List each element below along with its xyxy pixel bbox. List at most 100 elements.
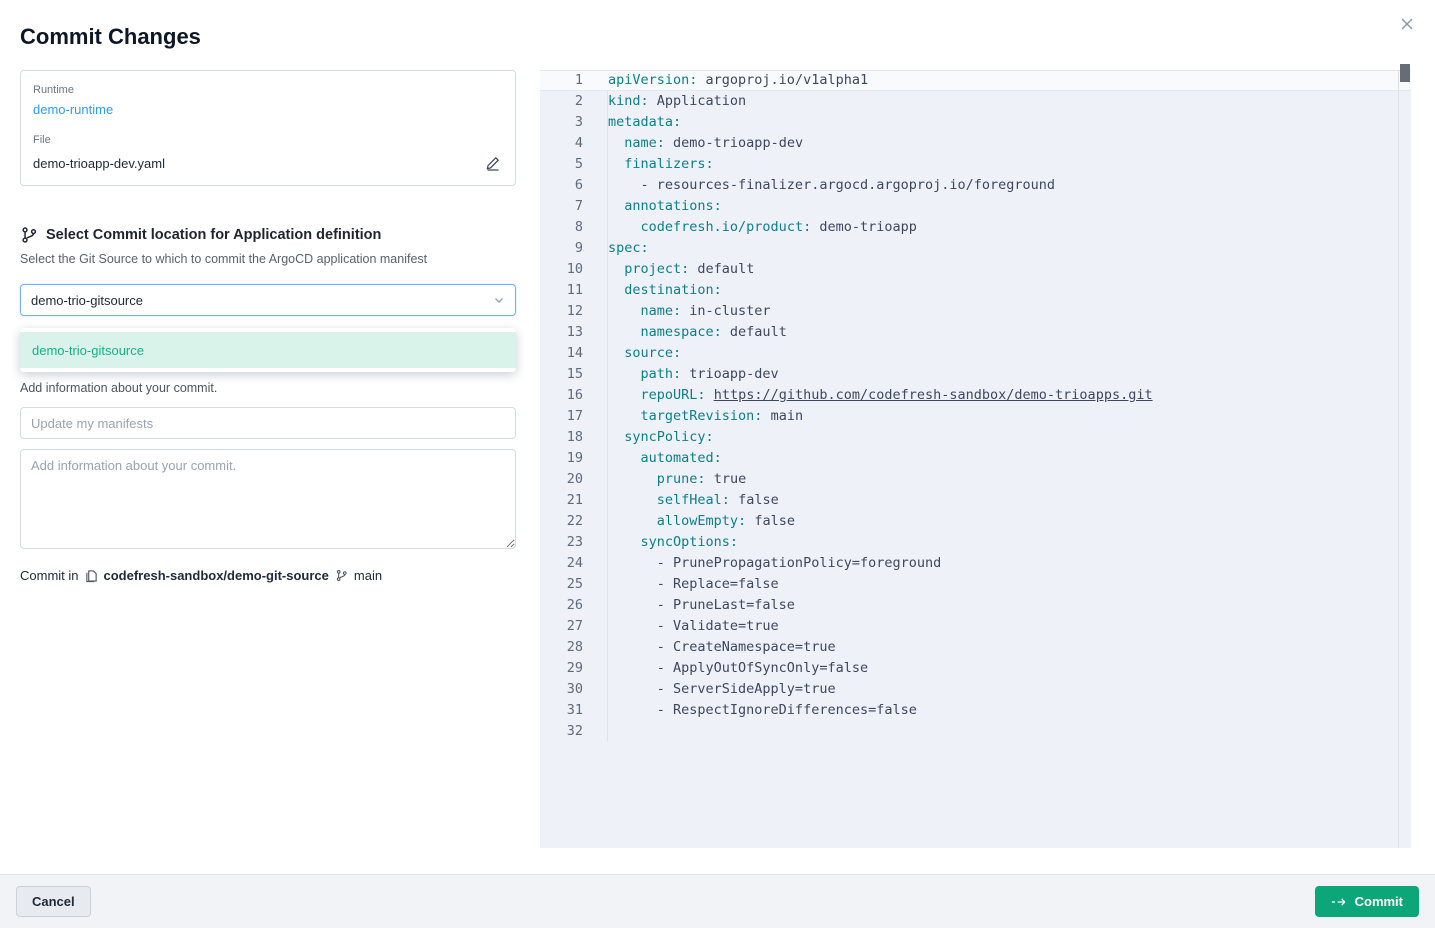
code-line: 12 name: in-cluster [540,301,1411,322]
line-number: 22 [540,511,583,532]
line-number: 16 [540,385,583,406]
runtime-label: Runtime [33,83,503,97]
code-line: 30 - ServerSideApply=true [540,679,1411,700]
left-panel: Runtime demo-runtime File demo-trioapp-d… [20,70,516,583]
line-number: 15 [540,364,583,385]
line-number: 31 [540,700,583,721]
line-number: 18 [540,427,583,448]
git-source-dropdown: demo-trio-gitsource [20,328,516,372]
runtime-file-box: Runtime demo-runtime File demo-trioapp-d… [20,70,516,186]
cancel-button[interactable]: Cancel [16,886,91,917]
code-line: 24 - PrunePropagationPolicy=foreground [540,553,1411,574]
commit-message-subheading: Add information about your commit. [20,381,516,395]
line-number: 26 [540,595,583,616]
line-number: 11 [540,280,583,301]
commit-location-heading: Select Commit location for Application d… [46,227,381,243]
line-number: 17 [540,406,583,427]
code-line: 31 - RespectIgnoreDifferences=false [540,700,1411,721]
close-icon[interactable] [1395,12,1419,36]
dropdown-option[interactable]: demo-trio-gitsource [20,332,516,368]
editor-scrollbar-thumb[interactable] [1400,64,1410,82]
runtime-link[interactable]: demo-runtime [33,101,113,119]
line-number: 12 [540,301,583,322]
git-source-file-icon [85,569,98,583]
code-line: 4 name: demo-trioapp-dev [540,133,1411,154]
chevron-down-icon [493,294,505,306]
line-number: 28 [540,637,583,658]
code-line: 13 namespace: default [540,322,1411,343]
code-line: 28 - CreateNamespace=true [540,637,1411,658]
git-source-select[interactable]: demo-trio-gitsource [20,284,516,316]
code-line: 20 prune: true [540,469,1411,490]
line-number: 6 [540,175,583,196]
line-number: 10 [540,259,583,280]
code-line: 23 syncOptions: [540,532,1411,553]
code-line: 22 allowEmpty: false [540,511,1411,532]
line-number: 7 [540,196,583,217]
pencil-icon [485,155,501,171]
line-number: 2 [540,91,583,112]
line-number: 20 [540,469,583,490]
code-line: 6 - resources-finalizer.argocd.argoproj.… [540,175,1411,196]
code-line: 27 - Validate=true [540,616,1411,637]
file-value: demo-trioapp-dev.yaml [33,156,165,171]
dialog-footer: Cancel Commit [0,874,1435,928]
line-number: 13 [540,322,583,343]
code-line: 11 destination: [540,280,1411,301]
code-line: 8 codefresh.io/product: demo-trioapp [540,217,1411,238]
commit-in-repo: codefresh-sandbox/demo-git-source [104,568,329,583]
commit-location-subheading: Select the Git Source to which to commit… [20,252,516,266]
line-number: 5 [540,154,583,175]
code-line: 32 [540,721,1411,742]
git-source-icon [20,226,38,244]
git-source-select-value: demo-trio-gitsource [31,293,143,308]
code-line: 26 - PruneLast=false [540,595,1411,616]
git-branch-icon [335,569,348,582]
line-number: 30 [540,679,583,700]
code-line: 19 automated: [540,448,1411,469]
edit-file-button[interactable] [483,153,503,173]
commit-in-label: Commit in [20,568,79,583]
commit-description-textarea[interactable] [20,449,516,549]
commit-button[interactable]: Commit [1315,886,1419,917]
code-line: 5 finalizers: [540,154,1411,175]
commit-changes-dialog: Commit Changes Runtime demo-runtime File… [0,0,1435,928]
code-line: 18 syncPolicy: [540,427,1411,448]
code-line: 21 selfHeal: false [540,490,1411,511]
line-number: 8 [540,217,583,238]
line-number: 9 [540,238,583,259]
code-lines: 1apiVersion: argoproj.io/v1alpha12kind: … [540,70,1411,742]
line-number: 23 [540,532,583,553]
code-line: 16 repoURL: https://github.com/codefresh… [540,385,1411,406]
code-line: 1apiVersion: argoproj.io/v1alpha1 [540,70,1411,91]
line-number: 1 [540,70,583,91]
line-number: 29 [540,658,583,679]
file-label: File [33,133,503,147]
repo-url-link[interactable]: https://github.com/codefresh-sandbox/dem… [714,387,1153,403]
yaml-editor[interactable]: 1apiVersion: argoproj.io/v1alpha12kind: … [540,70,1411,848]
code-line: 15 path: trioapp-dev [540,364,1411,385]
line-number: 32 [540,721,583,742]
page-title: Commit Changes [20,24,201,50]
code-line: 7 annotations: [540,196,1411,217]
code-line: 29 - ApplyOutOfSyncOnly=false [540,658,1411,679]
code-line: 17 targetRevision: main [540,406,1411,427]
line-number: 4 [540,133,583,154]
line-number: 14 [540,343,583,364]
code-line: 2kind: Application [540,91,1411,112]
code-line: 14 source: [540,343,1411,364]
code-line: 25 - Replace=false [540,574,1411,595]
commit-button-label: Commit [1355,894,1403,909]
commit-location-heading-row: Select Commit location for Application d… [20,226,516,244]
code-line: 10 project: default [540,259,1411,280]
line-number: 3 [540,112,583,133]
commit-summary-input[interactable] [20,407,516,439]
line-number: 19 [540,448,583,469]
commit-in-row: Commit in codefresh-sandbox/demo-git-sou… [20,568,516,583]
commit-in-branch: main [354,568,382,583]
commit-arrow-icon [1331,896,1347,908]
code-line: 3metadata: [540,112,1411,133]
line-number: 21 [540,490,583,511]
line-number: 24 [540,553,583,574]
dropdown-options: demo-trio-gitsource [20,332,516,368]
